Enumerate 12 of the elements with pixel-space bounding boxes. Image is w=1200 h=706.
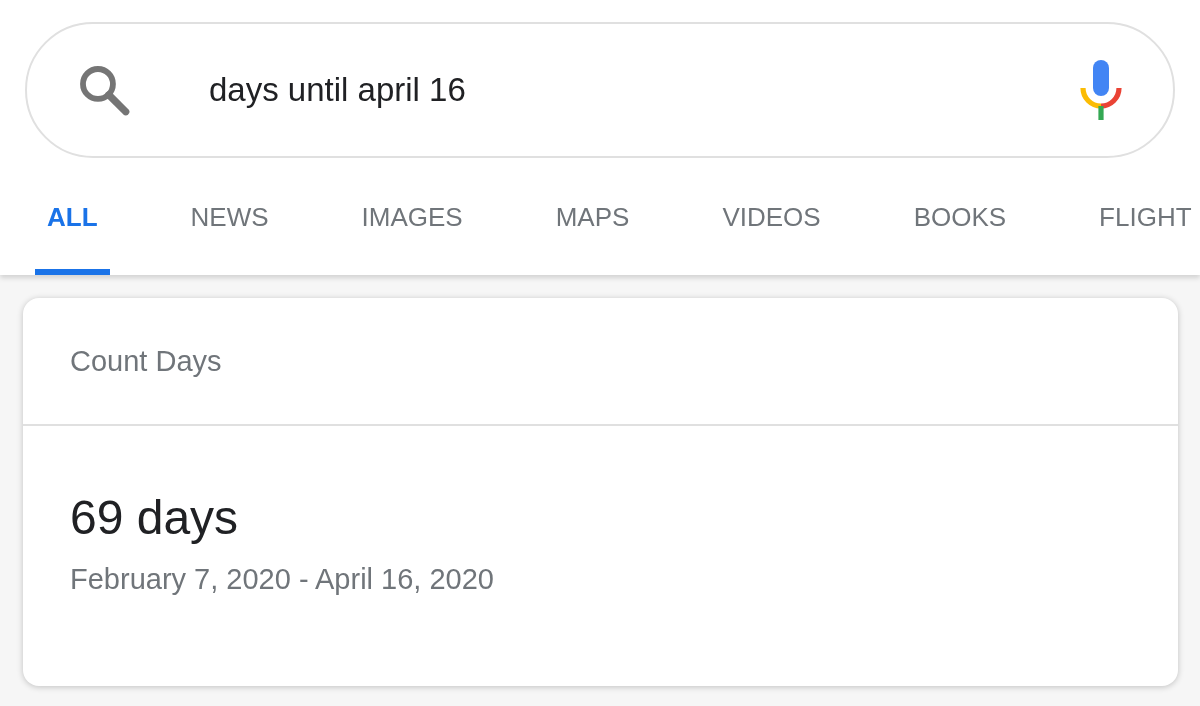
tab[interactable]: FLIGHT bbox=[1087, 188, 1200, 275]
microphone-icon[interactable] bbox=[1079, 60, 1123, 120]
card-title: Count Days bbox=[70, 344, 222, 378]
tab[interactable]: ALL bbox=[35, 188, 110, 275]
tab[interactable]: MAPS bbox=[543, 188, 642, 275]
tab[interactable]: NEWS bbox=[178, 188, 281, 275]
tab[interactable]: BOOKS bbox=[901, 188, 1019, 275]
date-range: February 7, 2020 - April 16, 2020 bbox=[70, 563, 494, 596]
search-field[interactable]: days until april 16 bbox=[207, 70, 1079, 110]
tab[interactable]: VIDEOS bbox=[710, 188, 833, 275]
day-count: 69 days bbox=[70, 490, 239, 545]
tab[interactable]: IMAGES bbox=[349, 188, 475, 275]
